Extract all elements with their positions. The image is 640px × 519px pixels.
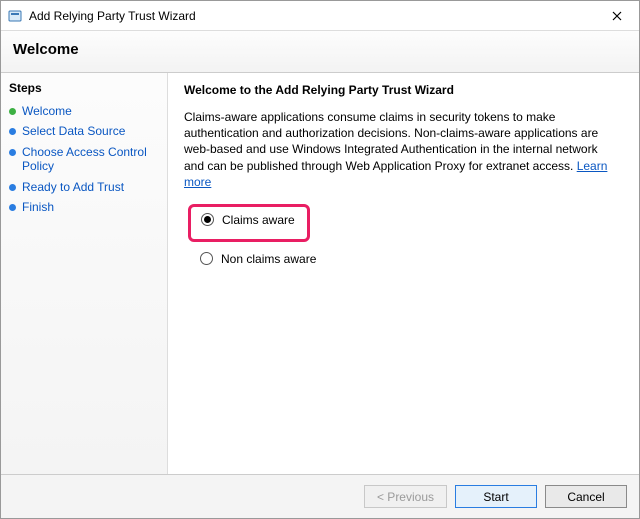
step-bullet-icon — [9, 108, 16, 115]
radio-label: Non claims aware — [221, 252, 316, 266]
highlight-box: Claims aware — [188, 204, 310, 242]
previous-button: < Previous — [364, 485, 447, 508]
radio-label: Claims aware — [222, 213, 295, 227]
radio-claims-aware[interactable]: Claims aware — [195, 209, 301, 231]
step-label: Ready to Add Trust — [22, 180, 124, 194]
step-bullet-icon — [9, 204, 16, 211]
window-title: Add Relying Party Trust Wizard — [29, 9, 594, 23]
steps-sidebar: Steps Welcome Select Data Source Choose … — [1, 73, 168, 474]
wizard-icon — [7, 8, 23, 24]
step-bullet-icon — [9, 128, 16, 135]
step-label: Welcome — [22, 104, 72, 118]
title-bar: Add Relying Party Trust Wizard — [1, 1, 639, 31]
step-bullet-icon — [9, 149, 16, 156]
radio-icon — [200, 252, 213, 265]
step-access-control-policy[interactable]: Choose Access Control Policy — [7, 142, 161, 177]
steps-heading: Steps — [9, 81, 161, 95]
content-text: Claims-aware applications consume claims… — [184, 110, 598, 173]
step-welcome[interactable]: Welcome — [7, 101, 161, 121]
radio-non-claims-aware[interactable]: Non claims aware — [194, 248, 623, 270]
step-label: Choose Access Control Policy — [22, 145, 159, 174]
content-area: Welcome to the Add Relying Party Trust W… — [168, 73, 639, 474]
cancel-button[interactable]: Cancel — [545, 485, 627, 508]
step-label: Select Data Source — [22, 124, 125, 138]
step-bullet-icon — [9, 184, 16, 191]
footer: < Previous Start Cancel — [1, 474, 639, 518]
banner: Welcome — [1, 31, 639, 73]
content-heading: Welcome to the Add Relying Party Trust W… — [184, 83, 623, 97]
step-label: Finish — [22, 200, 54, 214]
step-select-data-source[interactable]: Select Data Source — [7, 121, 161, 141]
banner-heading: Welcome — [13, 41, 627, 58]
step-finish[interactable]: Finish — [7, 197, 161, 217]
start-button[interactable]: Start — [455, 485, 537, 508]
close-button[interactable] — [594, 1, 639, 31]
step-ready-to-add-trust[interactable]: Ready to Add Trust — [7, 177, 161, 197]
radio-icon — [201, 213, 214, 226]
content-paragraph: Claims-aware applications consume claims… — [184, 109, 614, 190]
